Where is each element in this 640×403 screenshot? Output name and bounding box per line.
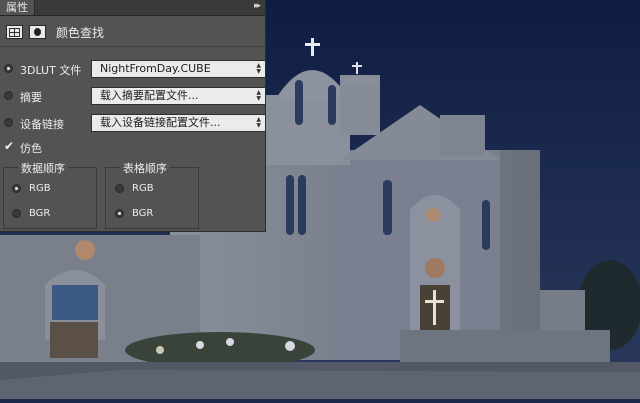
checkmark-icon[interactable]: ✔ xyxy=(4,140,14,152)
lut3d-select[interactable]: NightFromDay.CUBE ▲ ▼ xyxy=(91,60,266,78)
select-arrows-icon: ▲ ▼ xyxy=(256,62,261,75)
mask-icon[interactable] xyxy=(29,25,46,39)
data-order-group: 数据顺序 RGB BGR xyxy=(3,160,97,229)
data-order-bgr-label: BGR xyxy=(29,208,51,219)
adjustment-header: 颜色查找 xyxy=(0,16,265,47)
data-order-rgb-radio[interactable] xyxy=(12,184,21,193)
panel-tab-bar: 属性 ▸▸ xyxy=(0,0,265,16)
table-order-bgr-radio[interactable] xyxy=(115,209,124,218)
table-order-group: 表格顺序 RGB BGR xyxy=(105,160,199,229)
device-link-row: 设备链接 载入设备链接配置文件... ▲ ▼ xyxy=(0,113,266,133)
abstract-select-value: 载入摘要配置文件... xyxy=(100,89,199,102)
device-link-label: 设备链接 xyxy=(20,118,64,131)
lut3d-label: 3DLUT 文件 xyxy=(20,64,82,77)
abstract-label: 摘要 xyxy=(20,91,42,104)
select-arrows-icon: ▲ ▼ xyxy=(256,89,261,102)
grid-icon[interactable] xyxy=(6,25,23,39)
dither-label: 仿色 xyxy=(20,142,42,155)
device-link-radio[interactable] xyxy=(4,118,13,127)
data-order-bgr-radio[interactable] xyxy=(12,209,21,218)
table-order-title: 表格顺序 xyxy=(120,160,170,176)
table-order-bgr-label: BGR xyxy=(132,208,154,219)
dither-row: ✔ 仿色 xyxy=(0,137,266,157)
table-order-rgb-radio[interactable] xyxy=(115,184,124,193)
properties-panel: 属性 ▸▸ 颜色查找 3DLUT 文件 NightFromDay.CUBE ▲ ▼… xyxy=(0,0,266,232)
collapse-panel-icon[interactable]: ▸▸ xyxy=(254,1,261,11)
data-order-title: 数据顺序 xyxy=(18,160,68,176)
lut3d-row: 3DLUT 文件 NightFromDay.CUBE ▲ ▼ xyxy=(0,59,266,79)
lut3d-select-value: NightFromDay.CUBE xyxy=(100,62,211,75)
device-link-select[interactable]: 载入设备链接配置文件... ▲ ▼ xyxy=(91,114,266,132)
adjustment-title: 颜色查找 xyxy=(56,26,105,40)
select-arrows-icon: ▲ ▼ xyxy=(256,116,261,129)
device-link-select-value: 载入设备链接配置文件... xyxy=(100,116,221,129)
abstract-radio[interactable] xyxy=(4,91,13,100)
tab-properties[interactable]: 属性 xyxy=(0,0,35,15)
abstract-select[interactable]: 载入摘要配置文件... ▲ ▼ xyxy=(91,87,266,105)
lut3d-radio[interactable] xyxy=(4,64,13,73)
table-order-rgb-label: RGB xyxy=(132,183,154,194)
data-order-rgb-label: RGB xyxy=(29,183,51,194)
abstract-row: 摘要 载入摘要配置文件... ▲ ▼ xyxy=(0,86,266,106)
